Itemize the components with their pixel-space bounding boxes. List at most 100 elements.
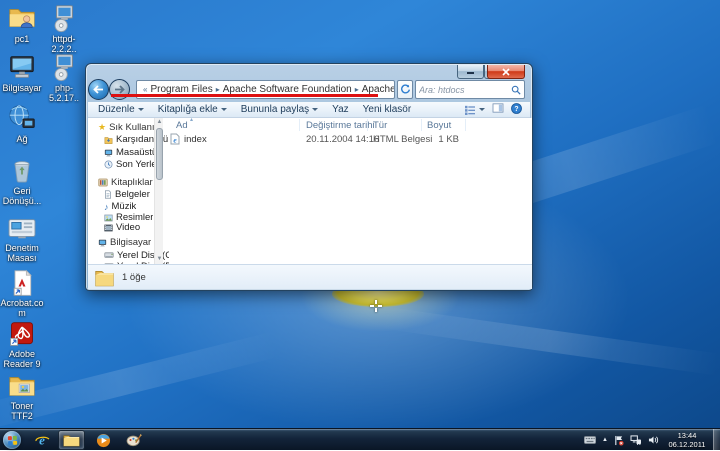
desktop-icon-recycle-bin[interactable]: Geri Dönüşü... [0, 157, 44, 206]
column-separator[interactable] [299, 119, 300, 131]
desktop-icon-php-installer[interactable]: php-5.2.17.. [42, 52, 86, 103]
music-note-icon: ♪ [104, 203, 109, 211]
desktop-icon-httpd-installer[interactable]: httpd-2.2.2.. [42, 3, 86, 54]
back-button[interactable] [88, 79, 109, 100]
explorer-folder-icon [63, 433, 80, 447]
start-button[interactable] [3, 431, 21, 449]
desktop-icon-network[interactable]: Ağ [0, 103, 44, 144]
adobe-reader-icon [8, 320, 36, 348]
tray-expand-icon[interactable]: ▲ [602, 437, 608, 443]
desktop-icon-computer[interactable]: Bilgisayar [0, 52, 44, 93]
html-file-icon: e [170, 133, 180, 145]
recent-places-icon [104, 160, 113, 169]
search-icon[interactable] [511, 85, 521, 95]
sidebar-group-favorites[interactable]: ★ Sık Kullanılanlar [98, 122, 161, 133]
column-separator[interactable] [465, 119, 466, 131]
desktop-icon-acrobat[interactable]: Acrobat.com [0, 269, 44, 318]
toolbar-add-to-library[interactable]: Kitaplığa ekle [158, 104, 227, 115]
sidebar-item-desktop[interactable]: Masaüstü [104, 147, 157, 158]
column-separator[interactable] [367, 119, 368, 131]
desktop-icon-adobe-reader[interactable]: Adobe Reader 9 [0, 320, 44, 369]
media-folder-icon [7, 372, 37, 400]
desktop-icon-label: Geri Dönüşü... [0, 186, 44, 206]
desktop-icon-label: Acrobat.com [0, 298, 44, 318]
change-view-button[interactable] [464, 105, 485, 115]
sidebar-item-label: Müzik [112, 201, 137, 212]
toolbar-burn[interactable]: Yaz [332, 104, 349, 115]
sidebar-item-music[interactable]: ♪ Müzik [104, 201, 136, 212]
column-header-name[interactable]: Ad [176, 120, 188, 131]
show-desktop-button[interactable] [713, 429, 720, 451]
sidebar-group-label: Kitaplıklar [111, 177, 153, 188]
refresh-button[interactable] [397, 80, 413, 99]
sidebar-item-recent-places[interactable]: Son Yerler [104, 159, 160, 170]
crosshair-cursor [370, 300, 382, 312]
column-header-type[interactable]: Tür [373, 120, 387, 131]
explorer-content: ★ Sık Kullanılanlar Karşıdan Yüklemeler … [88, 118, 532, 264]
sidebar-item-label: Video [116, 222, 140, 233]
desktop-icon-toner-folder[interactable]: Toner TTF2 [0, 372, 44, 421]
network-tray-icon[interactable] [630, 435, 642, 445]
help-button[interactable]: ? [511, 103, 522, 117]
toolbar-organize[interactable]: Düzenle [98, 104, 144, 115]
desktop-icon-label: pc1 [0, 34, 44, 44]
control-panel-icon [7, 216, 37, 242]
downloads-icon [104, 136, 113, 144]
desktop-icon-control-panel[interactable]: Denetim Masası [0, 216, 44, 263]
disk-drive-icon [104, 252, 114, 259]
dropdown-caret-icon [312, 108, 318, 111]
minimize-button[interactable] [457, 65, 484, 79]
action-center-flag-icon[interactable] [614, 435, 624, 446]
desktop-icon-pc1[interactable]: pc1 [0, 3, 44, 44]
sidebar-item-videos[interactable]: Video [104, 222, 140, 233]
recycle-bin-icon [8, 157, 36, 185]
scroll-down-icon[interactable]: ▼ [155, 255, 164, 264]
documents-icon [104, 190, 112, 199]
desktop-icon-label: Ağ [0, 134, 44, 144]
file-size: 1 KB [427, 134, 459, 145]
sidebar-group-label: Bilgisayar [110, 237, 151, 248]
close-button[interactable] [487, 65, 525, 79]
svg-text:?: ? [514, 105, 518, 112]
preview-pane-icon [492, 103, 504, 113]
volume-tray-icon[interactable] [648, 435, 659, 445]
dropdown-caret-icon [221, 108, 227, 111]
windows-logo-icon [7, 435, 16, 444]
preview-pane-button[interactable] [492, 103, 504, 116]
favorites-star-icon: ★ [98, 122, 106, 133]
column-header-size[interactable]: Boyut [427, 120, 451, 131]
language-keyboard-icon[interactable] [584, 436, 596, 444]
navpane-scrollbar[interactable]: ▲ ▼ [154, 118, 163, 264]
column-separator[interactable] [421, 119, 422, 131]
annotation-red-underline [111, 94, 378, 97]
file-row-index[interactable]: e index 20.11.2004 14:16 HTML Belgesi 1 … [164, 133, 532, 146]
file-name: index [184, 134, 207, 145]
scroll-up-icon[interactable]: ▲ [155, 118, 164, 127]
sidebar-group-computer[interactable]: Bilgisayar [98, 237, 151, 248]
media-player-icon [96, 433, 111, 448]
installer-icon [49, 52, 79, 82]
help-icon: ? [511, 103, 522, 114]
taskbar-paint-button[interactable] [120, 430, 147, 450]
scrollbar-thumb[interactable] [156, 128, 163, 180]
computer-small-icon [98, 239, 107, 247]
status-bar: 1 öğe [88, 264, 532, 289]
desktop-icon-label: Toner TTF2 [0, 401, 44, 421]
toolbar-share-with[interactable]: Bununla paylaş [241, 104, 318, 115]
sidebar-group-libraries[interactable]: Kitaplıklar [98, 177, 153, 188]
breadcrumb-separator-icon: ▸ [353, 85, 361, 94]
folder-large-icon [94, 267, 115, 288]
svg-text:e: e [39, 433, 45, 448]
sidebar-item-documents[interactable]: Belgeler [104, 189, 150, 200]
taskbar-clock[interactable]: 13:44 06.12.2011 [664, 431, 710, 449]
taskbar-ie-button[interactable]: e [28, 430, 55, 450]
toolbar-new-folder[interactable]: Yeni klasör [363, 104, 412, 115]
network-globe-icon [7, 103, 37, 133]
command-toolbar: Düzenle Kitaplığa ekle Bununla paylaş Ya… [88, 102, 530, 118]
taskbar-media-player-button[interactable] [90, 430, 117, 450]
search-box [415, 80, 525, 99]
file-type: HTML Belgesi [373, 134, 432, 145]
search-input[interactable] [419, 82, 507, 97]
column-header-modified[interactable]: Değiştirme tarihi [306, 120, 375, 131]
taskbar-explorer-button[interactable] [58, 430, 85, 450]
